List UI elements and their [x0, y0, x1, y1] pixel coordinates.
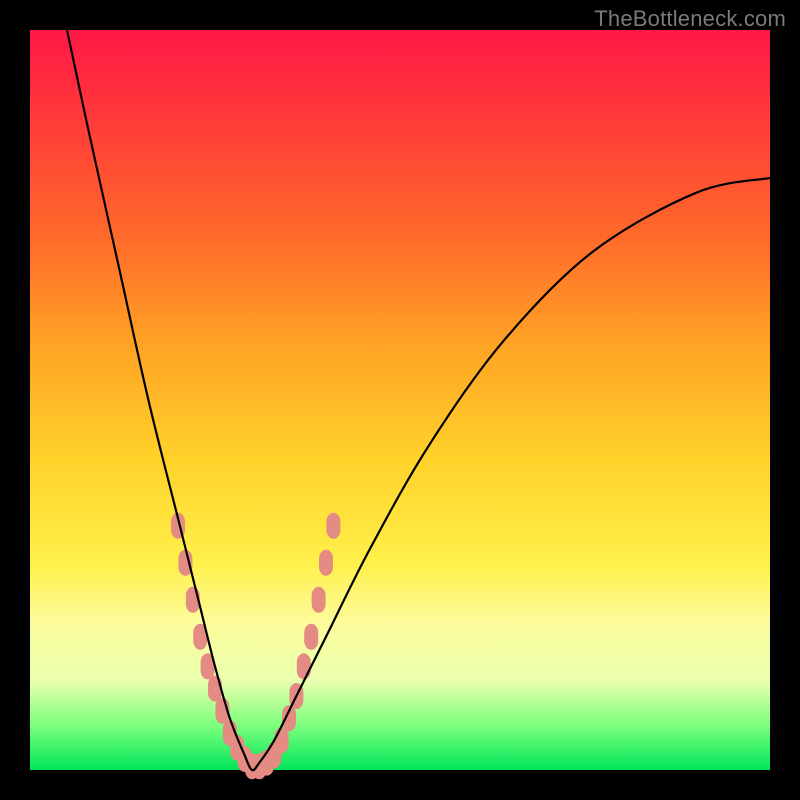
curve-marker: [297, 653, 311, 679]
curve-marker: [275, 727, 289, 753]
marker-layer: [171, 513, 340, 780]
chart-frame: TheBottleneck.com: [0, 0, 800, 800]
chart-overlay: [30, 30, 770, 770]
curve-marker: [304, 624, 318, 650]
watermark-text: TheBottleneck.com: [594, 6, 786, 32]
curve-marker: [319, 550, 333, 576]
curve-marker: [312, 587, 326, 613]
curve-marker: [326, 513, 340, 539]
bottleneck-curve: [67, 30, 770, 770]
